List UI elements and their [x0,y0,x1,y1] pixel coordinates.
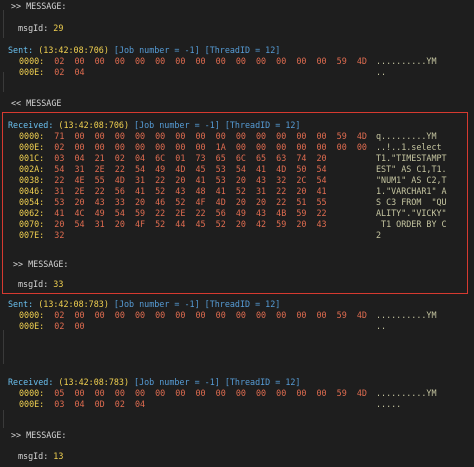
message-header-box: >> MESSAGE: [13,259,69,269]
hex-bytes: 22 4E 55 4D 31 22 20 41 53 20 43 32 2C 5… [54,175,327,185]
msgid-label: msgId: [18,279,54,289]
hex-bytes: 71 00 00 00 00 00 00 00 00 00 00 00 00 0… [54,131,367,141]
timestamp: (13:42:08:706) [58,120,130,130]
hex-offset: 000E: [19,142,55,152]
hex-bytes: 31 2E 22 56 41 52 43 48 41 52 31 22 20 4… [54,186,327,196]
ascii-dump: T1 ORDER BY C [376,219,447,229]
hex-offset: 000E: [19,399,55,409]
hex-offset: 0054: [19,197,55,207]
hex-offset: 0000: [19,388,55,398]
hex-bytes: 02 04 [54,67,85,77]
hex-row: 000E: 03 04 0D 02 04 [19,398,145,410]
job-thread-info: [Job number = -1] [ThreadID = 12] [108,299,281,309]
message-header-top: >> MESSAGE: [11,1,67,11]
hex-bytes: 41 4C 49 54 59 22 2E 22 56 49 43 4B 59 2… [54,208,327,218]
hex-bytes: 03 04 21 02 04 6C 01 73 65 6C 65 63 74 2… [54,153,327,163]
ascii-dump: ..... [376,399,402,409]
job-thread-info: [Job number = -1] [ThreadID = 12] [129,377,301,387]
hex-offset: 0000: [19,56,55,66]
guide-line [3,10,4,38]
ascii-dump: .. [376,67,387,77]
msgid-line-bottom: msgId: 13 [18,450,63,462]
direction-label: Received: [8,377,59,387]
msgid-value: 29 [53,23,64,33]
message-header-in: << MESSAGE [11,98,62,108]
hex-offset: 002A: [19,164,55,174]
msgid-label: msgId: [18,451,54,461]
direction-label: Sent: [8,45,39,55]
hex-bytes: 02 00 [54,321,85,331]
hex-bytes: 20 54 31 20 4F 52 44 45 52 20 42 59 20 4… [54,219,327,229]
job-thread-info: [Job number = -1] [ThreadID = 12] [129,120,301,130]
hex-offset: 000E: [19,67,55,77]
guide-line [3,410,4,428]
hex-bytes: 54 31 2E 22 54 49 4D 45 53 54 41 4D 50 5… [54,164,327,174]
msgid-value: 13 [53,451,64,461]
timestamp: (13:42:08:783) [58,377,130,387]
message-header-bottom: >> MESSAGE: [11,430,67,440]
hex-offset: 0070: [19,219,55,229]
hex-row: 0070: 20 54 31 20 4F 52 44 45 52 20 42 5… [19,218,327,230]
hex-row: 000E: 02 04 [19,66,85,78]
hex-bytes: 53 20 43 33 20 46 52 4F 4D 20 20 22 51 5… [54,197,327,207]
timestamp: (13:42:08:783) [38,299,109,309]
hex-row: 007E: 32 [19,229,64,241]
hex-bytes: 02 00 00 00 00 00 00 00 1A 00 00 00 00 0… [54,142,367,152]
msgid-value: 33 [53,279,64,289]
guide-line [3,72,4,92]
hex-offset: 0038: [19,175,55,185]
direction-label: Sent: [8,299,39,309]
hex-offset: 007E: [19,230,55,240]
msgid-label: msgId: [18,23,54,33]
job-thread-info: [Job number = -1] [ThreadID = 12] [108,45,281,55]
hex-offset: 0000: [19,310,55,320]
direction-label: Received: [8,120,59,130]
hex-offset: 0046: [19,186,55,196]
timestamp: (13:42:08:706) [38,45,109,55]
ascii-dump: 2 [376,230,382,240]
msgid-line-mid: msgId: 33 [18,278,63,290]
hex-bytes: 05 00 00 00 00 00 00 00 00 00 00 00 00 0… [54,388,367,398]
hex-bytes: 32 [54,230,65,240]
msgid-line-top: msgId: 29 [18,22,63,34]
hex-bytes: 03 04 0D 02 04 [54,399,146,409]
ascii-dump: .. [376,321,387,331]
hex-offset: 0062: [19,208,55,218]
hex-offset: 0000: [19,131,55,141]
hex-bytes: 02 00 00 00 00 00 00 00 00 00 00 00 00 0… [54,56,367,66]
hex-offset: 001C: [19,153,55,163]
hex-offset: 000E: [19,321,55,331]
guide-line [3,330,4,364]
hex-row: 000E: 02 00 [19,320,85,332]
hex-bytes: 02 00 00 00 00 00 00 00 00 00 00 00 00 0… [54,310,367,320]
